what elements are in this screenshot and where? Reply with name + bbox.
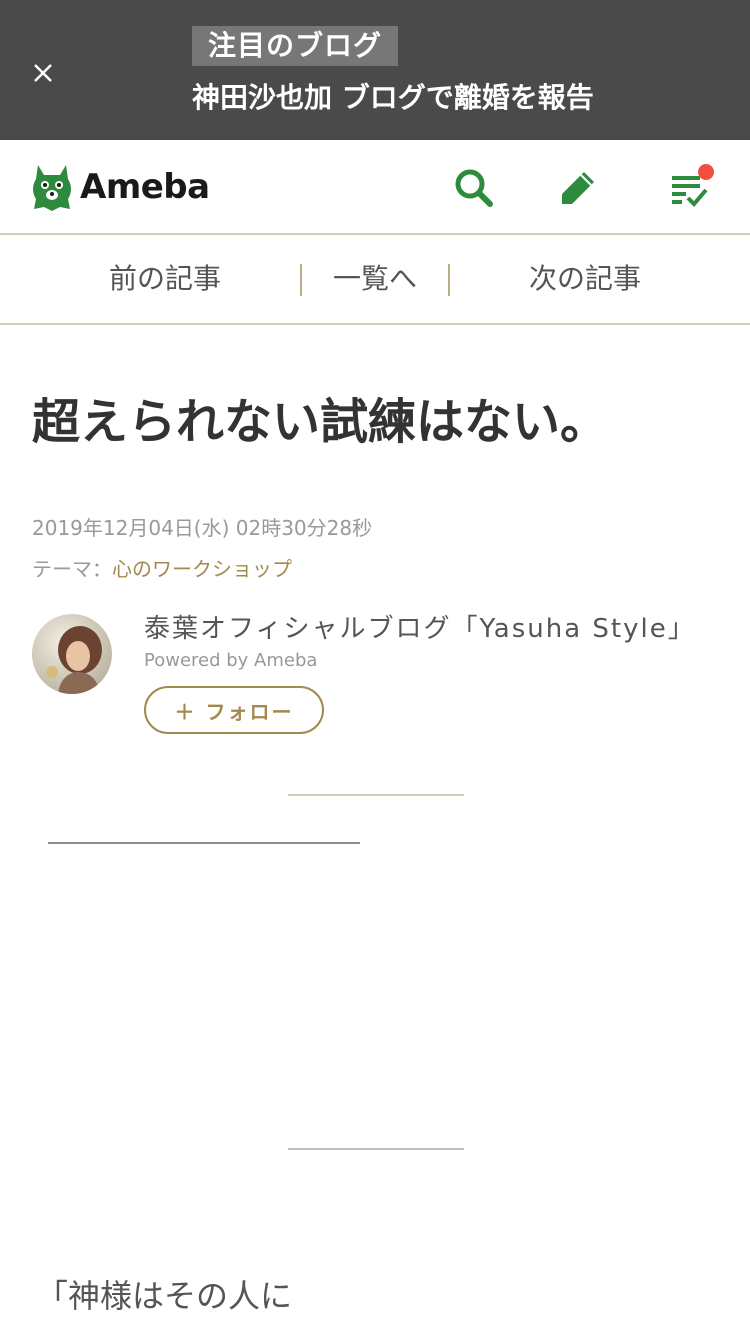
divider [48,842,360,844]
search-icon[interactable] [452,166,496,210]
site-header: Ameba [0,140,750,235]
ameba-mascot-icon [33,165,71,211]
avatar[interactable] [32,614,112,694]
logo-text: Ameba [80,167,210,207]
pencil-icon[interactable] [556,166,600,210]
divider [288,794,464,796]
blog-name[interactable]: 泰葉オフィシャルブログ「Yasuha Style」 [144,608,696,645]
article-body-text: 「神様はその人に [36,1277,293,1315]
prev-article-link[interactable]: 前の記事 [60,235,270,323]
notification-dot [698,164,714,180]
featured-blog-banner[interactable]: 注目のブログ 神田沙也加 ブログで離婚を報告 [0,0,750,140]
theme-label: テーマ： [32,557,112,581]
article-nav: 前の記事 一覧へ 次の記事 [0,235,750,325]
feed-check-icon[interactable] [668,164,714,210]
nav-divider [448,264,450,296]
ameba-logo[interactable]: Ameba [30,160,210,214]
divider [288,1148,464,1150]
theme-link[interactable]: 心のワークショップ [112,557,292,581]
next-article-link[interactable]: 次の記事 [480,235,690,323]
article-date: 2019年12月04日(水) 02時30分28秒 [32,516,373,540]
featured-badge: 注目のブログ [192,26,399,66]
close-icon[interactable] [26,56,60,90]
article-theme: テーマ：心のワークショップ [32,553,292,582]
featured-blog-title[interactable]: 神田沙也加 ブログで離婚を報告 [192,78,594,118]
article-list-link[interactable]: 一覧へ [302,235,448,323]
article-title: 超えられない試練はない。 [32,394,609,450]
powered-by: Powered by Ameba [144,650,318,671]
follow-button[interactable]: ＋ フォロー [144,686,324,734]
